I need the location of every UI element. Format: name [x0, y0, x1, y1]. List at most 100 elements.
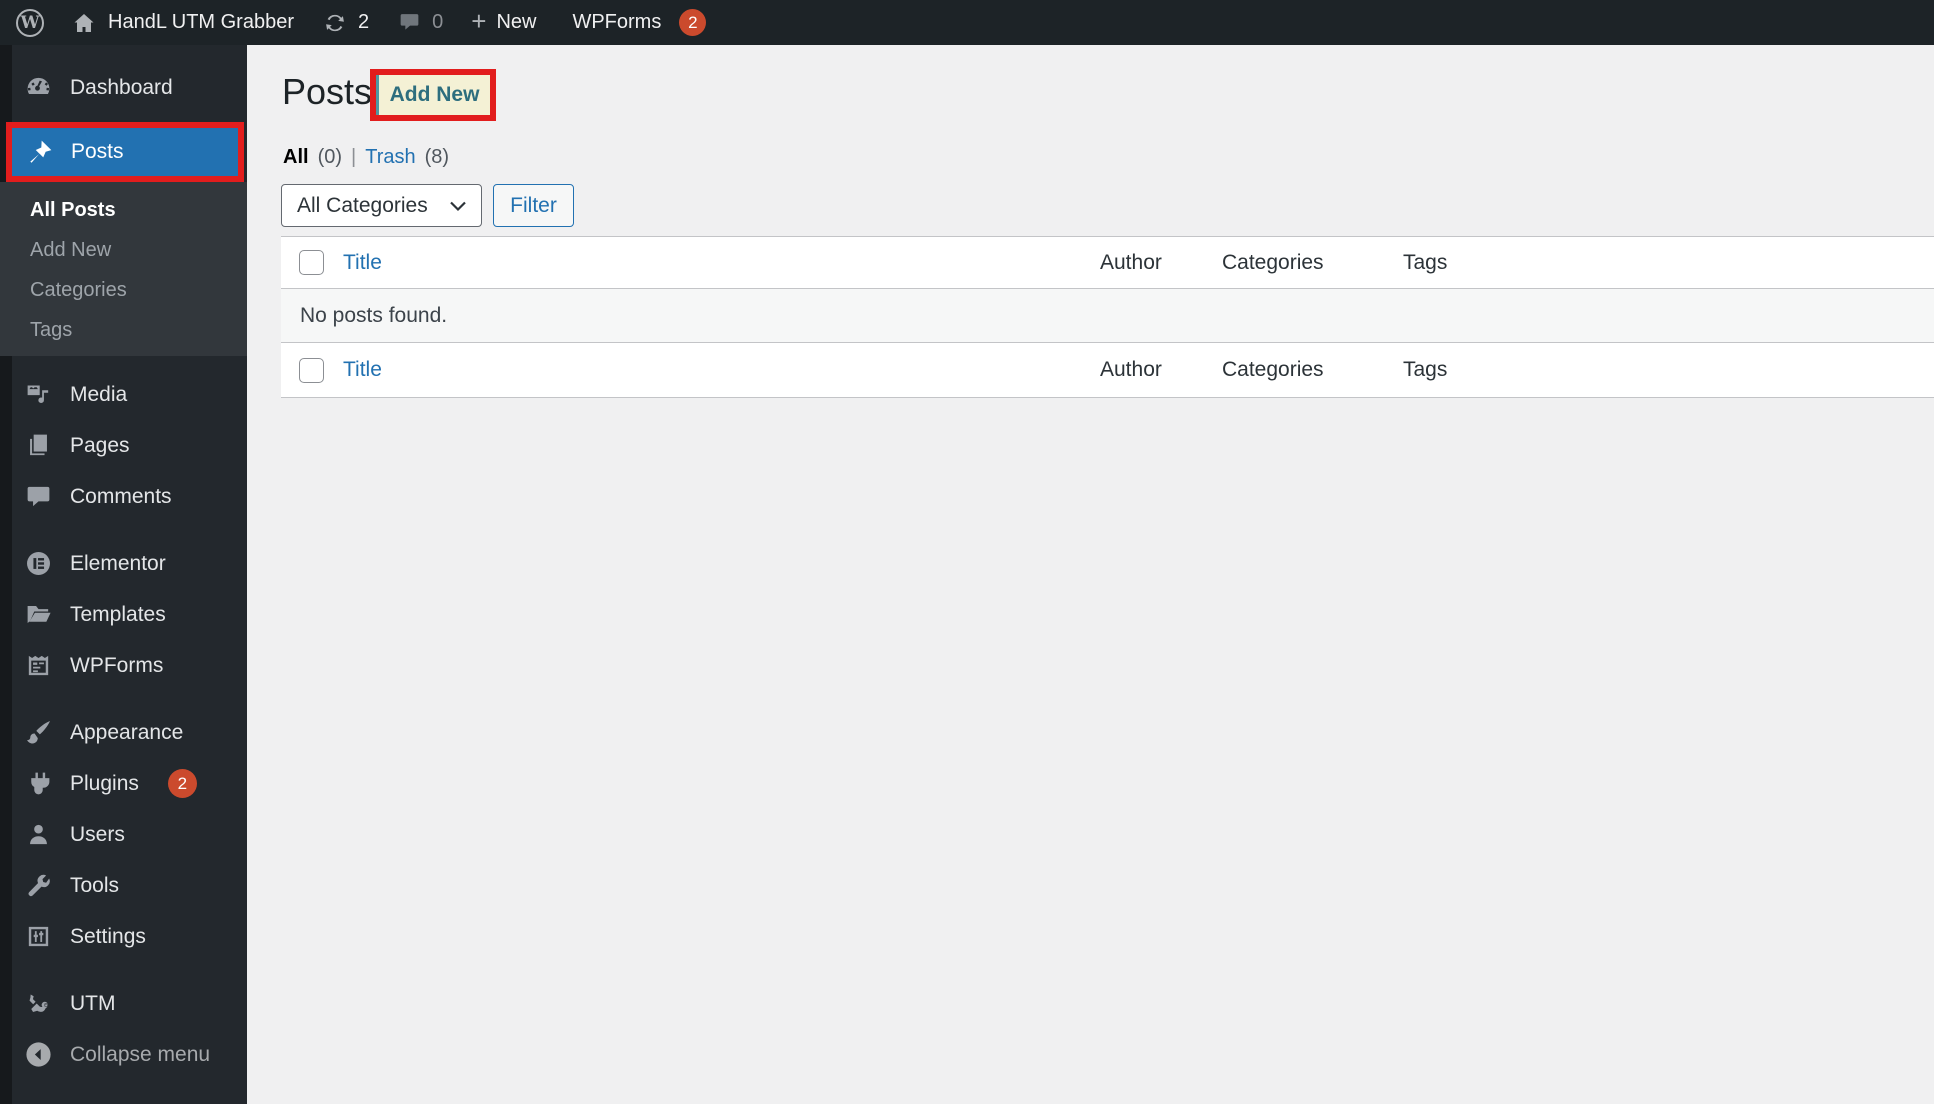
sidebar-item-label: Tools [70, 873, 120, 897]
wordpress-logo-icon: W [16, 8, 44, 37]
sidebar-item-plugins[interactable]: Plugins 2 [0, 758, 247, 809]
annotation-box-posts: Posts [6, 122, 244, 182]
comment-count: 0 [432, 11, 444, 33]
new-content-link[interactable]: + New [457, 0, 550, 45]
sidebar-item-templates[interactable]: Templates [0, 589, 247, 640]
column-label: Categories [1222, 250, 1324, 274]
site-link[interactable]: HandL UTM Grabber [58, 0, 308, 45]
select-all-checkbox-bottom[interactable] [299, 357, 324, 383]
annotation-box-add-new: Add New [370, 69, 496, 121]
sidebar-item-label: Dashboard [70, 75, 173, 99]
comments-link[interactable]: 0 [383, 0, 457, 45]
footer-checkbox-cell [281, 357, 343, 383]
view-trash-link[interactable]: Trash [365, 146, 415, 169]
wpforms-label: WPForms [572, 11, 662, 33]
sidebar-item-settings[interactable]: Settings [0, 911, 247, 962]
footer-title-cell: Title [343, 358, 1100, 382]
sidebar-item-appearance[interactable]: Appearance [0, 707, 247, 758]
page-title: Posts [282, 71, 373, 112]
utm-icon [29, 994, 48, 1012]
collapse-menu-label: Collapse menu [70, 1042, 211, 1066]
view-all-count: (0) [317, 146, 343, 168]
sidebar-item-label: Elementor [70, 551, 166, 575]
header-title-cell: Title [343, 251, 1100, 275]
filter-toolbar: All Categories Filter [281, 184, 574, 227]
wpforms-link[interactable]: WPForms 2 [550, 0, 720, 45]
submenu-item-all-posts[interactable]: All Posts [0, 190, 247, 230]
sidebar-item-label: Users [70, 822, 125, 846]
column-label: Tags [1403, 358, 1448, 381]
header-categories-cell: Categories [1222, 251, 1403, 275]
new-label: New [496, 11, 537, 33]
sidebar-item-label: Settings [70, 924, 146, 948]
footer-categories-cell: Categories [1222, 358, 1403, 382]
add-new-button[interactable]: Add New [376, 75, 490, 115]
admin-bar: W HandL UTM Grabber 2 0 + New WPForms 2 [0, 0, 1934, 45]
sidebar-item-label: Media [70, 382, 128, 406]
brush-icon [27, 721, 50, 744]
sidebar-item-media[interactable]: Media [0, 369, 247, 420]
plus-icon: + [471, 6, 487, 36]
updates-link[interactable]: 2 [308, 0, 383, 45]
sidebar-item-dashboard[interactable]: Dashboard [0, 62, 247, 113]
sidebar-item-label: UTM [70, 991, 116, 1015]
view-trash-count: (8) [424, 146, 450, 168]
sidebar-item-comments[interactable]: Comments [0, 471, 247, 522]
sidebar-item-wpforms[interactable]: WPForms [0, 640, 247, 691]
submenu-item-tags[interactable]: Tags [0, 310, 247, 350]
sidebar-item-pages[interactable]: Pages [0, 420, 247, 471]
sort-title-link[interactable]: Title [343, 251, 382, 274]
admin-sidebar: Dashboard Posts All Posts Add New Catego… [0, 45, 247, 1104]
plugins-badge: 2 [167, 769, 197, 798]
sidebar-item-posts[interactable]: Posts [12, 128, 238, 176]
wpforms-icon [28, 655, 49, 676]
posts-table: Title Author Categories Tags No posts fo… [281, 236, 1934, 398]
header-checkbox-cell [281, 250, 343, 275]
category-select[interactable]: All Categories [281, 184, 482, 227]
comment-bubble-icon [400, 14, 419, 30]
footer-tags-cell: Tags [1403, 358, 1934, 382]
column-label: Author [1100, 250, 1162, 274]
elementor-icon [27, 552, 50, 575]
posts-submenu: All Posts Add New Categories Tags [0, 182, 247, 356]
table-header-row: Title Author Categories Tags [281, 236, 1934, 289]
wrench-icon [28, 874, 50, 897]
sort-title-link-bottom[interactable]: Title [343, 358, 382, 381]
footer-author-cell: Author [1100, 358, 1222, 382]
sidebar-item-label: Pages [70, 433, 130, 457]
post-status-views: All (0) | Trash (8) [283, 146, 449, 169]
site-name: HandL UTM Grabber [108, 11, 294, 33]
pin-icon [30, 140, 52, 163]
sidebar-item-label: Comments [70, 484, 172, 508]
submenu-item-add-new[interactable]: Add New [0, 230, 247, 270]
table-footer-row: Title Author Categories Tags [281, 343, 1934, 398]
sidebar-item-utm[interactable]: UTM [0, 978, 247, 1029]
chevron-down-icon [450, 201, 466, 211]
filter-button[interactable]: Filter [493, 184, 574, 227]
pages-icon [30, 434, 47, 456]
sliders-icon [28, 926, 49, 947]
user-icon [30, 824, 47, 845]
wpforms-badge: 2 [679, 9, 707, 36]
submenu-item-categories[interactable]: Categories [0, 270, 247, 310]
collapse-menu-button[interactable]: Collapse menu [0, 1029, 247, 1080]
comments-icon [27, 486, 50, 507]
view-all-link[interactable]: All [283, 146, 309, 169]
sidebar-item-label: WPForms [70, 653, 164, 677]
wordpress-menu[interactable]: W [0, 0, 58, 45]
empty-message: No posts found. [300, 303, 448, 327]
sidebar-item-label: Posts [71, 140, 124, 163]
media-icon [27, 385, 49, 404]
header-author-cell: Author [1100, 251, 1222, 275]
sidebar-item-tools[interactable]: Tools [0, 860, 247, 911]
empty-state-row: No posts found. [281, 289, 1934, 343]
dashboard-icon [27, 77, 50, 95]
sidebar-item-users[interactable]: Users [0, 809, 247, 860]
home-icon [74, 13, 94, 32]
updates-icon [326, 14, 344, 31]
sidebar-item-elementor[interactable]: Elementor [0, 538, 247, 589]
view-separator: | [351, 146, 357, 168]
sidebar-item-label: Appearance [70, 720, 184, 744]
select-all-checkbox[interactable] [299, 250, 324, 275]
column-label: Tags [1403, 250, 1448, 274]
